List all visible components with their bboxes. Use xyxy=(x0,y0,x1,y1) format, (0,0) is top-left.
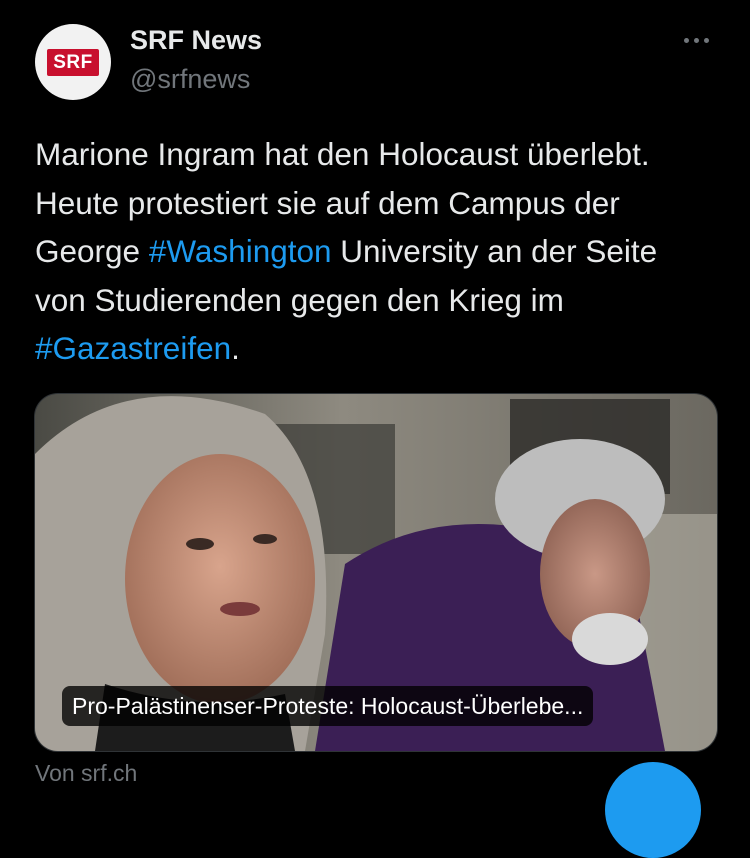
more-horizontal-icon-dot xyxy=(693,37,699,43)
link-source[interactable]: Von srf.ch xyxy=(35,760,137,787)
tweet-text: Marione Ingram hat den Holocaust überleb… xyxy=(35,130,715,373)
hashtag-link[interactable]: #Washington xyxy=(149,233,332,269)
hashtag-link[interactable]: #Gazastreifen xyxy=(35,330,231,366)
video-card[interactable]: Pro-Palästinenser-Proteste: Holocaust-Üb… xyxy=(34,393,718,752)
display-name[interactable]: SRF News xyxy=(130,24,262,56)
srf-logo: SRF xyxy=(47,48,99,76)
compose-fab[interactable] xyxy=(605,762,701,858)
tweet-text-part: . xyxy=(231,330,240,366)
avatar[interactable]: SRF xyxy=(35,24,111,100)
more-horizontal-icon xyxy=(683,37,689,43)
more-options-button[interactable] xyxy=(676,28,716,52)
handle[interactable]: @srfnews xyxy=(130,63,250,95)
video-caption: Pro-Palästinenser-Proteste: Holocaust-Üb… xyxy=(62,686,594,726)
more-horizontal-icon-dot xyxy=(703,37,709,43)
